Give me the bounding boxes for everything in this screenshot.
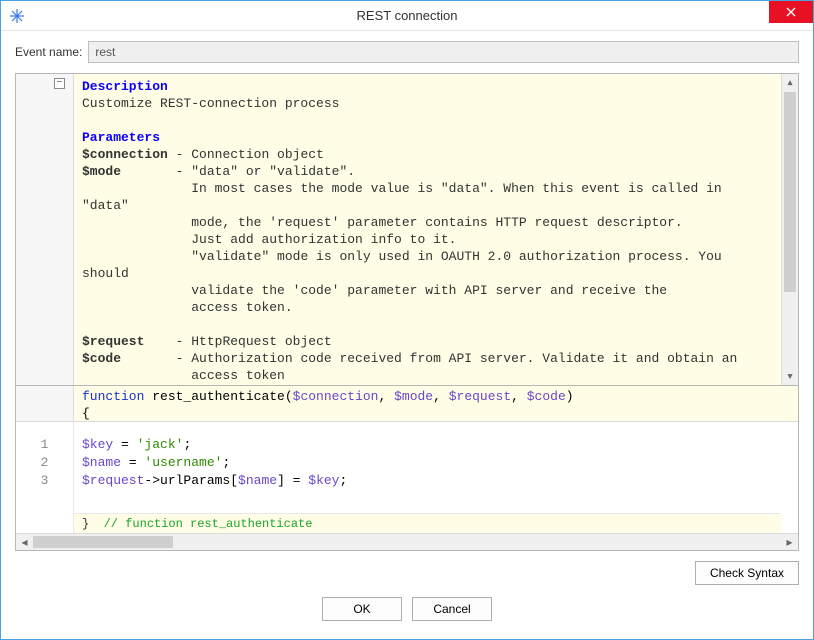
keyword-function: function	[82, 389, 144, 404]
code-token: ->urlParams[	[144, 473, 238, 488]
doc-comment-pane: − Description Customize REST-connection …	[16, 74, 798, 386]
line-number: 3	[16, 472, 73, 490]
line-number-gutter: 123	[16, 422, 74, 550]
doc-param-mode: $mode	[82, 164, 121, 179]
event-name-input[interactable]	[88, 41, 799, 63]
sig-sep2: ,	[433, 389, 449, 404]
vertical-scrollbar[interactable]: ▴ ▾	[781, 74, 798, 385]
function-name: rest_authenticate(	[144, 389, 292, 404]
sig-p2: $mode	[394, 389, 433, 404]
function-signature-pane: function rest_authenticate($connection, …	[16, 386, 798, 422]
function-end-line: } // function rest_authenticate	[74, 513, 781, 533]
doc-gutter: −	[16, 74, 74, 385]
code-token: $request	[82, 473, 144, 488]
code-token: ;	[183, 437, 191, 452]
doc-param-code-l2: access token	[176, 368, 285, 383]
doc-mode-l5: "validate" mode is only used in OAUTH 2.…	[176, 249, 722, 264]
sig-open-brace: {	[82, 406, 90, 421]
code-token: ;	[340, 473, 348, 488]
doc-mode-l2b: "data"	[82, 198, 129, 213]
code-token: =	[113, 437, 136, 452]
sig-sep1: ,	[378, 389, 394, 404]
editor-toolbar: Check Syntax	[15, 561, 799, 585]
code-token: 'jack'	[137, 437, 184, 452]
scroll-left-icon[interactable]: ◂	[16, 534, 33, 551]
doc-param-code-desc: - Authorization code received from API s…	[176, 351, 738, 366]
event-name-label: Event name:	[15, 45, 82, 59]
code-token: $name	[238, 473, 277, 488]
doc-param-request: $request	[82, 334, 144, 349]
doc-mode-l4: Just add authorization info to it.	[176, 232, 457, 247]
line-number: 2	[16, 454, 73, 472]
sig-gutter	[16, 386, 74, 421]
titlebar: REST connection	[1, 1, 813, 31]
code-token: ] =	[277, 473, 308, 488]
event-name-row: Event name:	[15, 41, 799, 63]
doc-mode-l7: access token.	[176, 300, 293, 315]
scroll-up-icon[interactable]: ▴	[782, 74, 798, 91]
check-syntax-button[interactable]: Check Syntax	[695, 561, 799, 585]
horizontal-scrollbar[interactable]: ◂ ▸	[16, 533, 798, 550]
code-token: $name	[82, 455, 121, 470]
window-title: REST connection	[1, 8, 813, 23]
close-brace: }	[82, 517, 96, 531]
scroll-thumb[interactable]	[784, 92, 796, 292]
doc-mode-l2: In most cases the mode value is "data". …	[176, 181, 722, 196]
doc-desc-line: Customize REST-connection process	[82, 96, 339, 111]
doc-heading-params: Parameters	[82, 130, 160, 145]
end-comment: // function rest_authenticate	[96, 517, 312, 531]
fold-toggle-icon[interactable]: −	[54, 78, 65, 89]
app-icon	[9, 8, 25, 24]
code-editor[interactable]: − Description Customize REST-connection …	[15, 73, 799, 551]
doc-param-request-desc: - HttpRequest object	[176, 334, 332, 349]
doc-param-connection-desc: - Connection object	[176, 147, 324, 162]
line-number: 1	[16, 436, 73, 454]
sig-p1: $connection	[293, 389, 379, 404]
doc-mode-l6: validate the 'code' parameter with API s…	[176, 283, 667, 298]
sig-close: )	[566, 389, 574, 404]
code-token: =	[121, 455, 144, 470]
code-token: ;	[222, 455, 230, 470]
close-button[interactable]	[769, 1, 813, 23]
sig-p4: $code	[527, 389, 566, 404]
code-token: 'username'	[144, 455, 222, 470]
doc-heading-description: Description	[82, 79, 168, 94]
sig-sep3: ,	[511, 389, 527, 404]
scroll-right-icon[interactable]: ▸	[781, 534, 798, 551]
cancel-button[interactable]: Cancel	[412, 597, 492, 621]
sig-p3: $request	[449, 389, 511, 404]
h-scroll-track[interactable]	[33, 534, 781, 550]
scroll-down-icon[interactable]: ▾	[782, 368, 798, 385]
doc-mode-l5b: should	[82, 266, 129, 281]
dialog-content: Event name: − Description Customize REST…	[1, 31, 813, 635]
code-token: $key	[82, 437, 113, 452]
doc-mode-l1: - "data" or "validate".	[176, 164, 355, 179]
doc-text: Description Customize REST-connection pr…	[74, 74, 781, 385]
code-token: $key	[308, 473, 339, 488]
editor-viewport: − Description Customize REST-connection …	[16, 74, 798, 550]
doc-mode-l3: mode, the 'request' parameter contains H…	[176, 215, 683, 230]
doc-param-code: $code	[82, 351, 121, 366]
sig-text: function rest_authenticate($connection, …	[74, 386, 798, 421]
doc-param-connection: $connection	[82, 147, 168, 162]
h-scroll-thumb[interactable]	[33, 536, 173, 548]
ok-button[interactable]: OK	[322, 597, 402, 621]
close-icon	[786, 7, 796, 17]
dialog-buttons: OK Cancel	[15, 597, 799, 621]
